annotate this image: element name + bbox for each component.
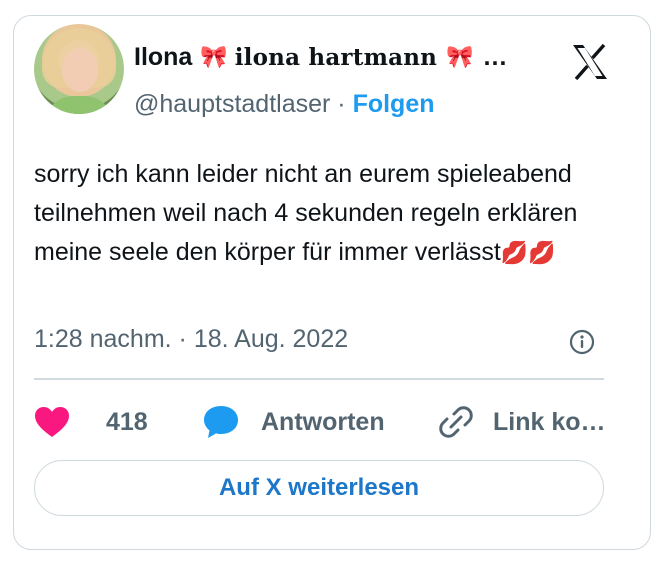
author-display-name-styled[interactable]: ilona hartmann	[235, 44, 437, 71]
author-name-row[interactable]: Ilona 🎀 ilona hartmann 🎀 …	[134, 40, 507, 74]
avatar-face	[62, 48, 98, 92]
reply-button[interactable]: Antworten	[202, 400, 385, 444]
like-count: 418	[106, 407, 148, 436]
tweet-text: sorry ich kann leider nicht an eurem spi…	[34, 155, 614, 272]
author-handle[interactable]: @hauptstadtlaser	[134, 90, 330, 118]
divider	[34, 378, 604, 380]
like-button[interactable]: 418	[34, 400, 148, 444]
kiss-emoji: 💋💋	[500, 240, 556, 265]
handle-separator: ·	[337, 90, 346, 118]
timestamp-separator: ·	[178, 325, 187, 353]
handle-row: @hauptstadtlaser · Folgen	[134, 90, 435, 119]
avatar-shirt	[44, 96, 114, 114]
tweet-body: sorry ich kann leider nicht an eurem spi…	[34, 160, 578, 266]
read-more-button[interactable]: Auf X weiterlesen	[34, 460, 604, 516]
x-logo-icon[interactable]	[568, 40, 612, 84]
bow-emoji-2: 🎀	[446, 44, 474, 69]
author-name[interactable]: Ilona	[134, 43, 192, 72]
name-ellipsis: …	[482, 42, 508, 71]
bow-emoji: 🎀	[200, 44, 228, 69]
copy-link-button[interactable]: Link ko…	[438, 400, 606, 444]
link-icon	[439, 406, 473, 438]
reply-label: Antworten	[261, 407, 385, 436]
tweet-timestamp[interactable]: 1:28 nachm. · 18. Aug. 2022	[34, 325, 348, 354]
read-more-label: Auf X weiterlesen	[218, 474, 420, 501]
follow-button[interactable]: Folgen	[353, 90, 435, 118]
info-icon[interactable]	[569, 329, 595, 355]
speech-bubble-icon	[204, 406, 238, 438]
avatar[interactable]	[34, 24, 124, 114]
action-bar: 418 Antworten Link ko…	[34, 400, 614, 444]
copy-link-label: Link ko…	[493, 407, 606, 436]
tweet-date: 18. Aug. 2022	[193, 325, 349, 353]
heart-icon	[35, 407, 69, 437]
tweet-time: 1:28 nachm.	[34, 325, 172, 353]
